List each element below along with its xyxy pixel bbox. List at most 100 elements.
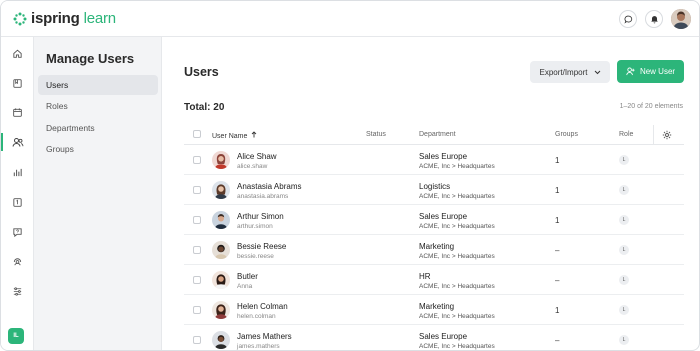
groups-count: 1 <box>555 216 560 225</box>
table-row[interactable]: Butler Anna HR ACME, Inc > Headquartes –… <box>184 265 684 295</box>
table-row[interactable]: Anastasia Abrams anastasia.abrams Logist… <box>184 175 684 205</box>
user-name[interactable]: Butler <box>237 272 258 281</box>
row-checkbox[interactable] <box>193 186 201 194</box>
account-badge[interactable]: IL <box>8 328 24 344</box>
add-user-icon <box>626 67 635 76</box>
department-name: Logistics <box>419 182 451 191</box>
role-badge: L <box>619 305 629 315</box>
column-department[interactable]: Department <box>419 131 456 138</box>
user-login: Anna <box>237 283 253 290</box>
department-path: ACME, Inc > Headquartes <box>419 193 495 200</box>
column-user-name[interactable]: User Name <box>212 131 257 140</box>
department-path: ACME, Inc > Headquartes <box>419 313 495 320</box>
role-badge: L <box>619 275 629 285</box>
department-name: Sales Europe <box>419 212 468 221</box>
groups-count: 1 <box>555 156 560 165</box>
calendar-icon[interactable] <box>1 101 34 123</box>
support-icon[interactable] <box>1 250 34 272</box>
table-row[interactable]: Helen Colman helen.colman Marketing ACME… <box>184 295 684 325</box>
user-login: james.mathers <box>237 343 280 350</box>
role-badge: L <box>619 335 629 345</box>
user-name[interactable]: Arthur Simon <box>237 212 284 221</box>
sidebar-item-roles[interactable]: Roles <box>38 96 158 116</box>
new-user-button[interactable]: New User <box>617 60 684 83</box>
row-checkbox[interactable] <box>193 216 201 224</box>
page-title: Users <box>184 65 219 79</box>
chat-icon[interactable] <box>619 10 637 28</box>
column-status[interactable]: Status <box>366 131 386 138</box>
user-avatar[interactable] <box>671 9 691 29</box>
groups-count: – <box>555 336 560 345</box>
row-checkbox[interactable] <box>193 306 201 314</box>
column-role[interactable]: Role <box>619 131 633 138</box>
department-path: ACME, Inc > Headquartes <box>419 163 495 170</box>
manage-users-sidebar: Manage Users Users Roles Departments Gro… <box>34 37 162 350</box>
logo[interactable]: ispring learn <box>13 10 116 27</box>
user-name[interactable]: Alice Shaw <box>237 152 277 161</box>
main-content: Users Export/Import New User Total: 20 1… <box>162 37 699 350</box>
row-checkbox[interactable] <box>193 156 201 164</box>
users-icon[interactable] <box>1 131 34 153</box>
user-name[interactable]: Anastasia Abrams <box>237 182 301 191</box>
pagination-range: 1–20 of 20 elements <box>619 103 683 110</box>
avatar <box>212 301 230 319</box>
table-row[interactable]: Alice Shaw alice.shaw Sales Europe ACME,… <box>184 145 684 175</box>
table-row[interactable]: James Mathers james.mathers Sales Europe… <box>184 325 684 350</box>
department-path: ACME, Inc > Headquartes <box>419 343 495 350</box>
user-name[interactable]: Bessie Reese <box>237 242 286 251</box>
column-divider <box>653 125 654 145</box>
user-login: arthur.simon <box>237 223 273 230</box>
gear-icon[interactable] <box>662 130 672 140</box>
row-checkbox[interactable] <box>193 246 201 254</box>
user-login: bessie.reese <box>237 253 274 260</box>
select-all-checkbox[interactable] <box>193 130 201 138</box>
user-name[interactable]: Helen Colman <box>237 302 288 311</box>
avatar <box>212 181 230 199</box>
user-login: helen.colman <box>237 313 276 320</box>
groups-count: 1 <box>555 186 560 195</box>
department-name: Marketing <box>419 242 455 251</box>
role-badge: L <box>619 155 629 165</box>
groups-count: – <box>555 246 560 255</box>
sidebar-item-users[interactable]: Users <box>38 75 158 95</box>
department-name: Marketing <box>419 302 455 311</box>
sidebar-item-groups[interactable]: Groups <box>38 139 158 159</box>
groups-count: 1 <box>555 306 560 315</box>
help-icon[interactable] <box>1 221 34 243</box>
table-row[interactable]: Arthur Simon arthur.simon Sales Europe A… <box>184 205 684 235</box>
table-row[interactable]: Bessie Reese bessie.reese Marketing ACME… <box>184 235 684 265</box>
department-path: ACME, Inc > Headquartes <box>419 253 495 260</box>
brand-product: learn <box>83 10 117 27</box>
book-icon[interactable] <box>1 72 34 94</box>
row-checkbox[interactable] <box>193 276 201 284</box>
avatar <box>212 331 230 349</box>
role-badge: L <box>619 185 629 195</box>
new-user-label: New User <box>639 67 676 76</box>
bell-icon[interactable] <box>645 10 663 28</box>
icon-rail: IL <box>1 37 34 350</box>
column-groups[interactable]: Groups <box>555 131 578 138</box>
chart-icon[interactable] <box>1 161 34 183</box>
chevron-down-icon <box>594 70 600 74</box>
department-path: ACME, Inc > Headquartes <box>419 283 495 290</box>
user-name[interactable]: James Mathers <box>237 332 292 341</box>
brand-name: ispring <box>31 10 80 27</box>
export-import-button[interactable]: Export/Import <box>530 61 610 83</box>
department-path: ACME, Inc > Headquartes <box>419 223 495 230</box>
page-icon[interactable] <box>1 191 34 213</box>
home-icon[interactable] <box>1 42 34 64</box>
user-login: alice.shaw <box>237 163 268 170</box>
groups-count: – <box>555 276 560 285</box>
logo-icon <box>13 12 27 25</box>
department-name: Sales Europe <box>419 332 468 341</box>
department-name: HR <box>419 272 431 281</box>
table-header: User Name Status Department Groups Role <box>184 125 684 145</box>
avatar <box>212 241 230 259</box>
app-window: ispring learn IL Manage Users Users Role… <box>0 0 700 351</box>
settings-icon[interactable] <box>1 280 34 302</box>
sidebar-title: Manage Users <box>46 51 135 66</box>
row-checkbox[interactable] <box>193 336 201 344</box>
export-import-label: Export/Import <box>539 67 588 77</box>
department-name: Sales Europe <box>419 152 468 161</box>
sidebar-item-departments[interactable]: Departments <box>38 118 158 138</box>
